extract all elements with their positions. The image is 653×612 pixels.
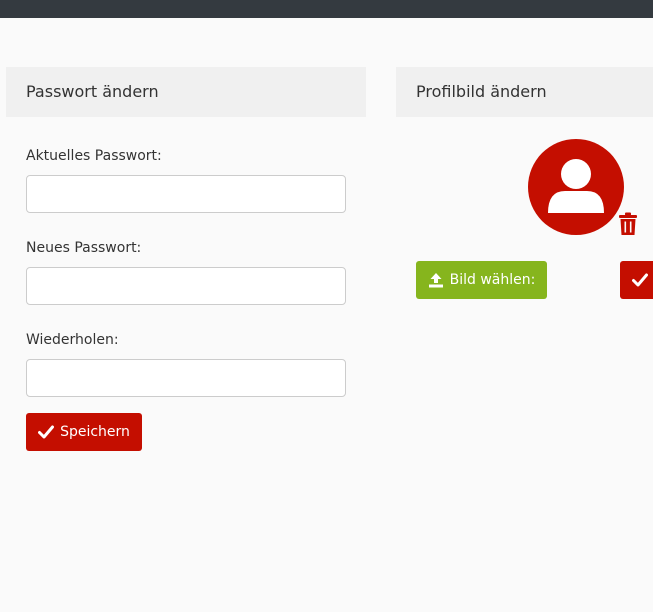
top-navbar: [0, 0, 653, 18]
password-panel-header: Passwort ändern: [6, 67, 366, 117]
new-password-input[interactable]: [26, 267, 346, 305]
trash-icon[interactable]: [618, 212, 638, 236]
check-icon: [38, 425, 55, 439]
user-icon: [528, 139, 624, 235]
repeat-password-label: Wiederholen:: [26, 332, 119, 348]
choose-image-label: Bild wählen:: [449, 272, 536, 288]
profile-picture-panel-title: Profilbild ändern: [416, 82, 547, 101]
check-icon: [632, 273, 648, 287]
current-password-label: Aktuelles Passwort:: [26, 148, 162, 164]
password-panel-title: Passwort ändern: [26, 82, 159, 101]
new-password-label: Neues Passwort:: [26, 240, 142, 256]
repeat-password-input[interactable]: [26, 359, 346, 397]
save-password-label: Speichern: [60, 424, 130, 440]
choose-image-button[interactable]: Bild wählen:: [416, 261, 547, 299]
upload-icon: [428, 272, 444, 288]
save-password-button[interactable]: Speichern: [26, 413, 142, 451]
confirm-image-button[interactable]: [620, 261, 653, 299]
profile-picture-panel-header: Profilbild ändern: [396, 67, 653, 117]
current-password-input[interactable]: [26, 175, 346, 213]
avatar: [528, 139, 624, 235]
